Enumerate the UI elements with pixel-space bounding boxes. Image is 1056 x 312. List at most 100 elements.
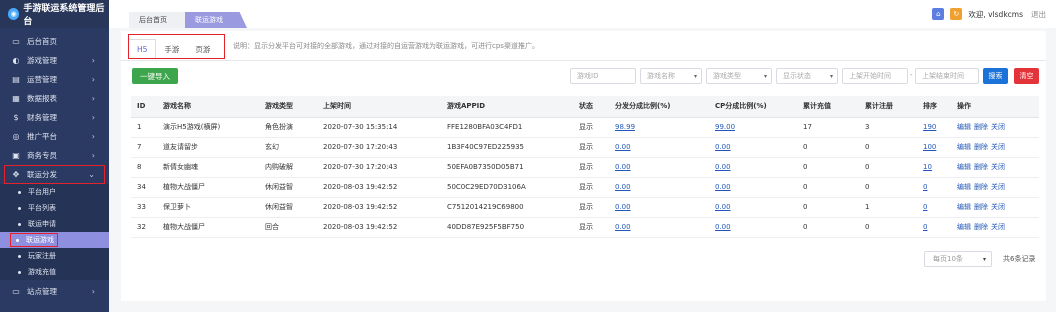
editable-value-link[interactable]: 0.00 [615,183,631,191]
sidebar-sub-joint-games[interactable]: 联运游戏 [0,232,109,248]
close-link[interactable]: 关闭 [991,143,1005,151]
close-link[interactable]: 关闭 [991,223,1005,231]
col-name: 游戏名称 [157,96,259,118]
sidebar-item-reports[interactable]: ▦ 数据报表 › [0,89,109,108]
table-cell: 0.00 [709,197,797,218]
search-button[interactable]: 搜索 [983,68,1008,84]
edit-link[interactable]: 编辑 [957,123,971,131]
home-icon[interactable]: ⌂ [932,8,945,20]
col-dist-ratio: 分发分成比例(%) [609,96,709,118]
delete-link[interactable]: 删除 [974,223,988,231]
welcome-text: 欢迎, vlsdkcms [968,9,1023,19]
sidebar-item-distribution[interactable]: ✥ 联运分发 ⌄ [4,165,105,184]
table-cell: 显示 [573,217,609,238]
sidebar-item-games[interactable]: ◐ 游戏管理 › [0,51,109,70]
page-size-select[interactable]: 每页10条 ▾ [924,251,992,267]
editable-value-link[interactable]: 0.00 [615,143,631,151]
delete-link[interactable]: 删除 [974,123,988,131]
table-row: 33 保卫萝卜 休闲益智 2020-08-03 19:42:52 C7512014219… [131,197,1039,218]
page-description: 说明：显示分发平台可对接的全部游戏，通过对接的自运营游戏为联运游戏，可进行cps… [233,42,539,50]
logout-link[interactable]: 退出 [1031,9,1046,20]
edit-link[interactable]: 编辑 [957,143,971,151]
editable-value-link[interactable]: 0.00 [715,163,731,171]
game-id-input[interactable]: 游戏ID [570,68,636,84]
bullet-icon [18,254,21,258]
tab-joint-games[interactable]: 联运游戏 [185,12,247,28]
table-cell: FFE1280BFA03C4FD1 [441,117,573,138]
tab-h5[interactable]: H5 [128,39,157,59]
editable-value-link[interactable]: 190 [923,123,936,131]
edit-link[interactable]: 编辑 [957,163,971,171]
close-link[interactable]: 关闭 [991,123,1005,131]
table-cell: 0 [797,157,859,178]
editable-value-link[interactable]: 10 [923,163,932,171]
editable-value-link[interactable]: 100 [923,143,936,151]
tab-mobile[interactable]: 手游 [156,40,187,59]
clear-button[interactable]: 清空 [1014,68,1039,84]
editable-value-link[interactable]: 0 [923,203,927,211]
editable-value-link[interactable]: 0.00 [715,183,731,191]
delete-link[interactable]: 删除 [974,143,988,151]
editable-value-link[interactable]: 0.00 [715,203,731,211]
game-name-select[interactable]: 游戏名称 ▾ [640,68,702,84]
refresh-icon[interactable]: ↻ [950,8,963,20]
sidebar-sub-joint-apply[interactable]: 联运申请 [0,216,109,232]
table-row: 32 植物大战僵尸 回合 2020-08-03 19:42:52 40DD87E925F… [131,217,1039,238]
editable-value-link[interactable]: 0.00 [615,163,631,171]
close-link[interactable]: 关闭 [991,183,1005,191]
table-cell: 1B3F40C97ED225935 [441,137,573,158]
chevron-right-icon: › [91,56,95,65]
editable-value-link[interactable]: 0.00 [615,203,631,211]
table-cell: 2020-08-03 19:42:52 [317,177,441,198]
table-cell: 3 [859,117,917,138]
sidebar-sub-platform-users[interactable]: 平台用户 [0,184,109,200]
delete-link[interactable]: 删除 [974,203,988,211]
start-date-input[interactable]: 上架开始时间 [842,68,908,84]
sidebar-sub-platform-list[interactable]: 平台列表 [0,200,109,216]
sidebar-sub-game-recharge[interactable]: 游戏充值 [0,264,109,280]
edit-link[interactable]: 编辑 [957,203,971,211]
editable-value-link[interactable]: 98.99 [615,123,635,131]
table-cell: 0 [797,177,859,198]
table-cell: 0 [797,197,859,218]
close-link[interactable]: 关闭 [991,163,1005,171]
chevron-right-icon: › [91,287,95,296]
sidebar-item-site[interactable]: ▭ 站点管理 › [0,282,109,301]
edit-link[interactable]: 编辑 [957,223,971,231]
table-row: 1 演示H5游戏(横屏) 角色扮演 2020-07-30 15:35:14 FFE128… [131,117,1039,138]
editable-value-link[interactable]: 99.00 [715,123,735,131]
table-cell: 40DD87E925F5BF750 [441,217,573,238]
sidebar-item-promotion[interactable]: ◎ 推广平台 › [0,127,109,146]
end-date-input[interactable]: 上架结束时间 [915,68,979,84]
table-cell: 0.00 [709,157,797,178]
caret-down-icon: ▾ [982,255,986,263]
tab-home[interactable]: 后台首页 [129,12,186,28]
close-link[interactable]: 关闭 [991,203,1005,211]
gamepad-icon: ◐ [12,56,20,65]
status-select[interactable]: 显示状态 ▾ [776,68,838,84]
editable-value-link[interactable]: 0.00 [715,223,731,231]
editable-value-link[interactable]: 0 [923,183,927,191]
editable-value-link[interactable]: 0 [923,223,927,231]
chevron-right-icon: › [91,94,95,103]
table-cell: 植物大战僵尸 [157,177,259,198]
table-cell: 0.00 [609,217,709,238]
sidebar-item-home[interactable]: ▭ 后台首页 [0,32,109,51]
sidebar-item-operations[interactable]: ▤ 运营管理 › [0,70,109,89]
sidebar: ◉ 手游联运系统管理后台 ▭ 后台首页 ◐ 游戏管理 › ▤ 运营管理 › ▦ 数据报表 › … [0,0,109,312]
editable-value-link[interactable]: 0.00 [615,223,631,231]
sidebar-item-finance[interactable]: $ 财务管理 › [0,108,109,127]
editable-value-link[interactable]: 0.00 [715,143,731,151]
delete-link[interactable]: 删除 [974,163,988,171]
sidebar-sub-player-register[interactable]: 玩家注册 [0,248,109,264]
table-cell: 0 [859,137,917,158]
logo-icon: ◉ [8,8,20,20]
import-button[interactable]: 一键导入 [132,68,178,84]
tab-web[interactable]: 页游 [187,40,218,59]
delete-link[interactable]: 删除 [974,183,988,191]
game-type-select[interactable]: 游戏类型 ▾ [706,68,772,84]
sidebar-item-business[interactable]: ▣ 商务专员 › [0,146,109,165]
table-cell: 98.99 [609,117,709,138]
chevron-right-icon: › [91,132,95,141]
edit-link[interactable]: 编辑 [957,183,971,191]
